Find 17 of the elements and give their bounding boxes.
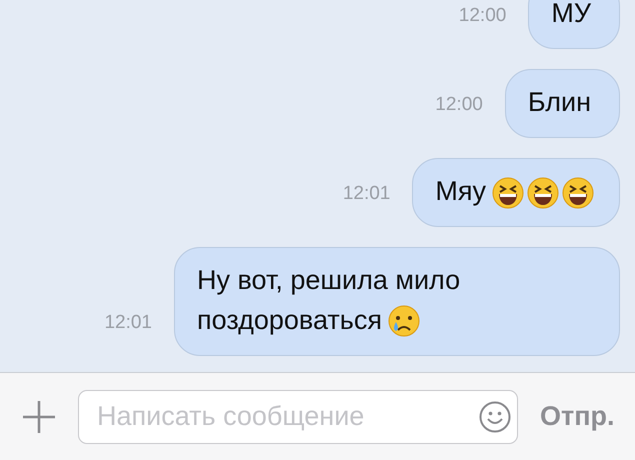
message-bubble: МУ bbox=[528, 0, 620, 49]
message-bubble: Блин bbox=[504, 69, 620, 138]
message-field[interactable]: Написать сообщение bbox=[78, 390, 518, 444]
smiley-icon[interactable] bbox=[479, 400, 511, 432]
message-time: 12:00 bbox=[435, 94, 483, 117]
crying-face-icon bbox=[388, 304, 420, 339]
message-input-field[interactable]: Написать сообщение bbox=[95, 400, 479, 433]
message-time: 12:01 bbox=[104, 312, 152, 335]
laughing-face-icon bbox=[562, 176, 594, 209]
message-time: 12:01 bbox=[342, 183, 390, 206]
send-button[interactable]: Отпр. bbox=[540, 401, 615, 432]
message-bubble: Ну вот, решила мило поздороваться bbox=[174, 247, 620, 356]
plus-icon[interactable] bbox=[22, 400, 56, 434]
message-bubble: Мяу bbox=[412, 158, 620, 227]
laughing-face-icon bbox=[492, 176, 524, 209]
laughing-face-icon bbox=[527, 176, 559, 209]
message-time: 12:00 bbox=[458, 5, 506, 28]
